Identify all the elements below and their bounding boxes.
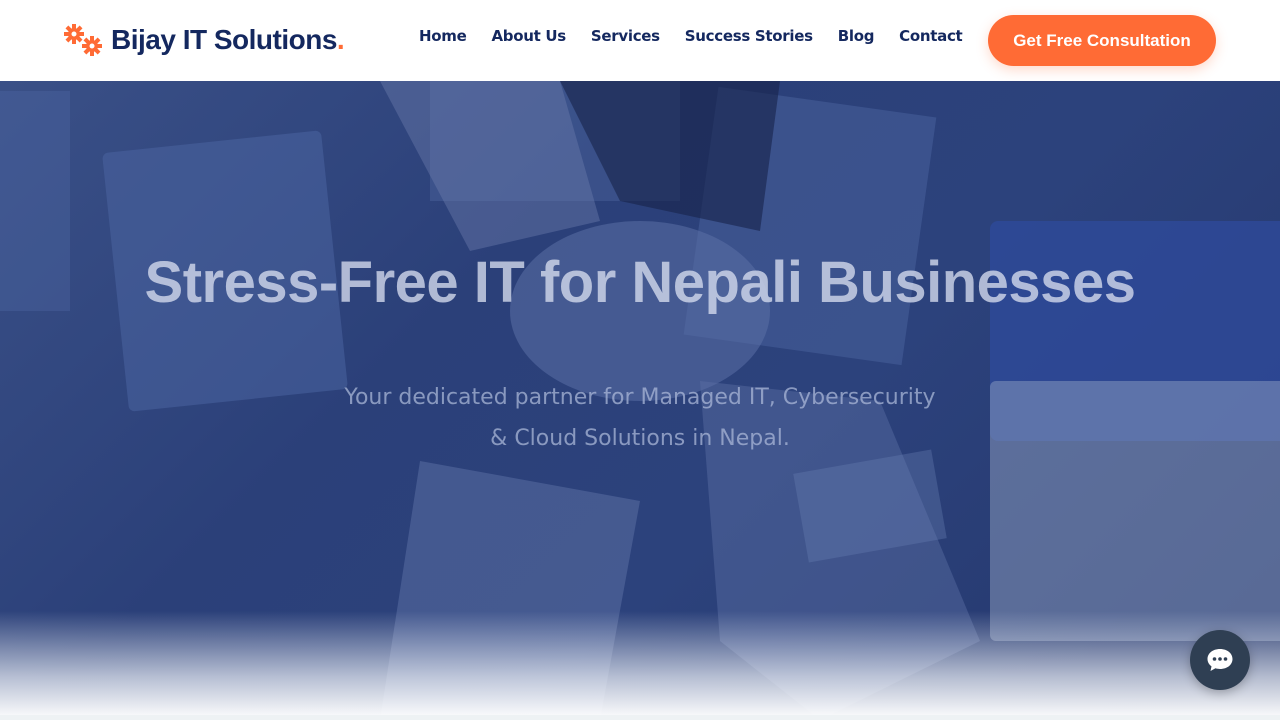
nav-contact[interactable]: Contact bbox=[899, 27, 963, 45]
chat-bubble-icon bbox=[1207, 649, 1233, 671]
nav-blog[interactable]: Blog bbox=[838, 27, 875, 45]
nav-services[interactable]: Services bbox=[591, 27, 660, 45]
hero-bottom-fade bbox=[0, 611, 1280, 720]
site-header: Bijay IT Solutions . Home About Us Servi… bbox=[0, 0, 1280, 81]
hero-title: Stress-Free IT for Nepali Businesses bbox=[144, 250, 1136, 315]
hero-subtitle: Your dedicated partner for Managed IT, C… bbox=[344, 385, 936, 451]
site-logo[interactable]: Bijay IT Solutions . bbox=[63, 22, 345, 58]
nav-about-us[interactable]: About Us bbox=[491, 27, 566, 45]
get-free-consultation-button[interactable]: Get Free Consultation bbox=[988, 15, 1216, 66]
nav-success-stories[interactable]: Success Stories bbox=[685, 27, 813, 45]
main-nav: Home About Us Services Success Stories B… bbox=[419, 27, 987, 45]
logo-text: Bijay IT Solutions bbox=[111, 24, 337, 55]
hero-section: Stress-Free IT for Nepali Businesses You… bbox=[0, 81, 1280, 720]
nav-home[interactable]: Home bbox=[419, 27, 467, 45]
logo-dot: . bbox=[336, 24, 345, 55]
section-divider bbox=[0, 715, 1280, 720]
chat-button[interactable] bbox=[1190, 630, 1250, 690]
gears-icon bbox=[64, 24, 102, 56]
